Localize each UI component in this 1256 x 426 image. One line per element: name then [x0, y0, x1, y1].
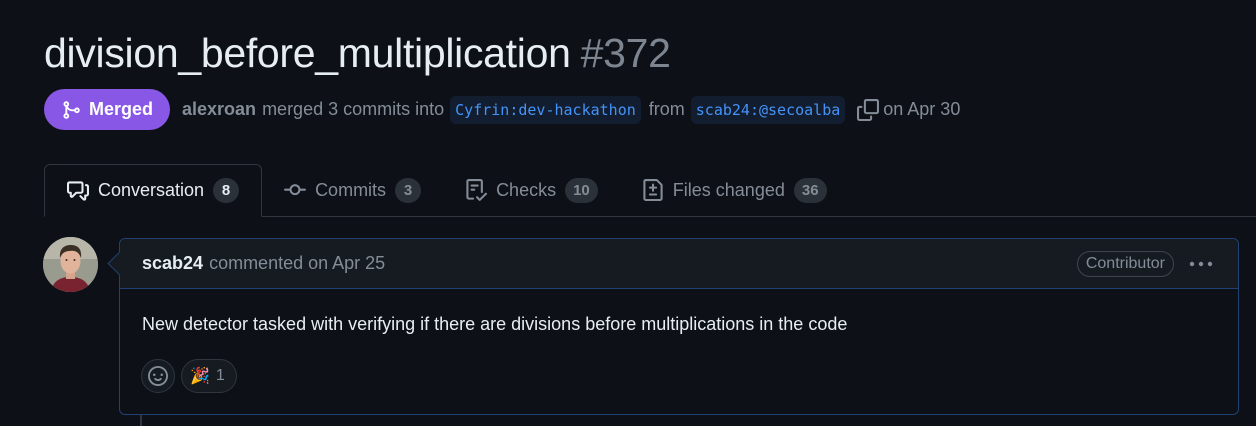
avatar[interactable]	[43, 237, 98, 292]
comment-header: scab24 commented on Apr 25 Contributor	[120, 239, 1238, 289]
contributor-badge: Contributor	[1076, 251, 1174, 277]
merged-status-badge: Merged	[44, 89, 171, 130]
git-merge-icon	[63, 100, 80, 119]
add-reaction-button[interactable]	[141, 359, 175, 393]
tab-commits-label: Commits	[315, 179, 387, 200]
checklist-icon	[466, 179, 488, 201]
tab-checks-count: 10	[565, 177, 598, 203]
timeline-line	[140, 414, 142, 426]
merged-status-label: Merged	[89, 99, 154, 119]
base-branch-link[interactable]: Cyfrin:dev-hackathon	[450, 95, 641, 124]
tab-files-changed-count: 36	[793, 177, 827, 203]
tada-emoji: 🎉	[190, 368, 210, 385]
pull-request-page: division_before_multiplication #372 Merge…	[0, 0, 1256, 426]
pr-number: #372	[580, 30, 671, 76]
comment-discussion-icon	[67, 180, 89, 201]
tab-commits-count: 3	[395, 177, 422, 203]
kebab-menu-icon[interactable]	[1186, 251, 1216, 277]
copy-icon[interactable]	[857, 98, 880, 121]
merger-username-link[interactable]: alexroan	[182, 99, 256, 120]
tada-reaction-count: 1	[215, 367, 225, 384]
smiley-icon	[148, 366, 168, 386]
pr-meta-row: Merged alexroan merged 3 commits into Cy…	[44, 89, 966, 130]
page-title: division_before_multiplication #372	[44, 28, 671, 78]
tab-files-changed-label: Files changed	[672, 179, 785, 200]
pr-tabs: Conversation 8 Commits 3 Checks 10 Files…	[44, 164, 1256, 217]
git-commit-icon	[284, 184, 307, 196]
comment-body: New detector tasked with verifying if th…	[142, 314, 848, 334]
reactions-bar: 🎉 1	[141, 359, 237, 393]
tab-conversation-label: Conversation	[98, 180, 205, 200]
tada-reaction-button[interactable]: 🎉 1	[181, 359, 237, 393]
comment-author-link[interactable]: scab24	[142, 253, 203, 274]
tab-conversation-count: 8	[213, 178, 240, 203]
merged-commits-text: merged 3 commits into	[262, 99, 445, 119]
comment-box: scab24 commented on Apr 25 Contributor N…	[119, 238, 1239, 415]
tab-checks[interactable]: Checks 10	[443, 164, 620, 216]
from-text: from	[648, 99, 685, 119]
comment-timestamp[interactable]: commented on Apr 25	[209, 253, 385, 274]
head-branch-link[interactable]: scab24:@secoalba	[690, 95, 846, 124]
tab-conversation[interactable]: Conversation 8	[44, 164, 263, 217]
tab-files-changed[interactable]: Files changed 36	[620, 164, 849, 216]
pr-title: division_before_multiplication	[44, 30, 571, 76]
merge-date: on Apr 30	[883, 99, 961, 119]
tab-checks-label: Checks	[496, 179, 557, 200]
file-diff-icon	[643, 179, 663, 201]
tab-commits[interactable]: Commits 3	[262, 164, 443, 216]
